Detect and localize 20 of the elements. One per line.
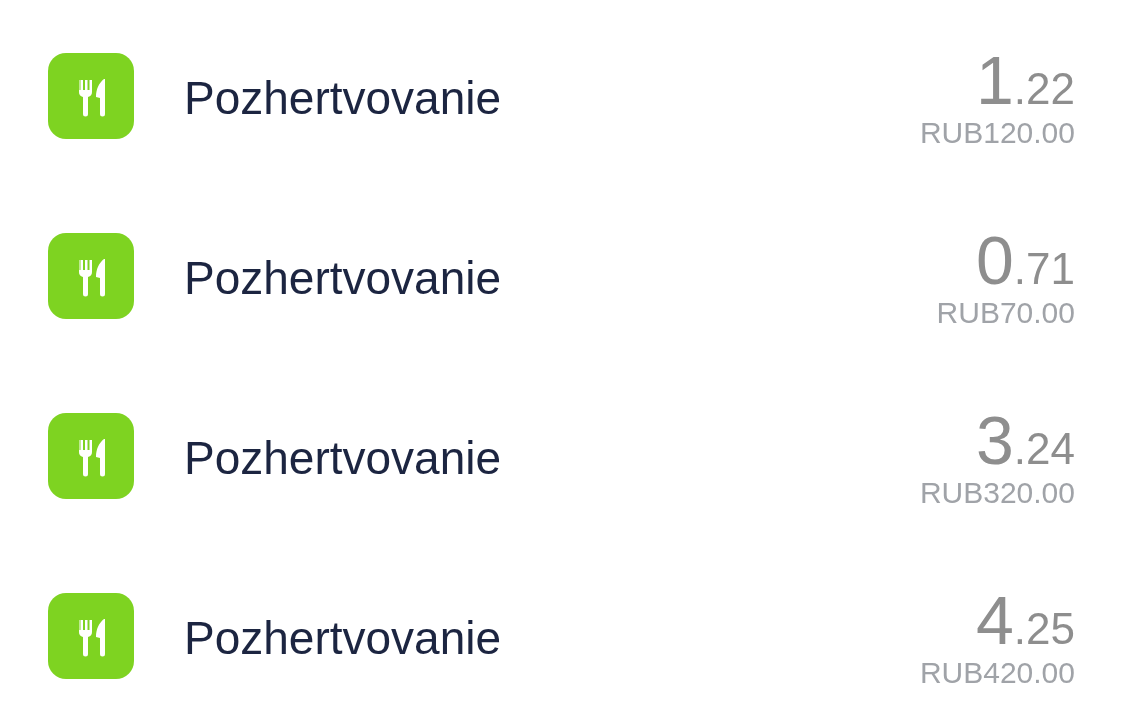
amount-fraction: .24	[1013, 427, 1075, 471]
fork-knife-icon	[48, 593, 134, 679]
amount-integer: 0	[976, 226, 1014, 294]
fork-knife-icon	[48, 413, 134, 499]
transaction-title: Pozhertvovanie	[184, 611, 503, 665]
amount-fraction: .22	[1013, 67, 1075, 111]
original-amount: RUB320.00	[919, 476, 1075, 510]
amount-integer: 4	[976, 586, 1014, 654]
amount-fraction: .71	[1013, 247, 1075, 291]
transaction-title: Pozhertvovanie	[184, 71, 503, 125]
transaction-title: Pozhertvovanie	[184, 431, 503, 485]
transaction-title: Pozhertvovanie	[184, 251, 503, 305]
amount-integer: 1	[976, 46, 1014, 114]
original-amount: RUB120.00	[919, 116, 1075, 150]
amount-integer: 3	[976, 406, 1014, 474]
original-amount: RUB420.00	[919, 656, 1075, 690]
fork-knife-icon	[48, 233, 134, 319]
fork-knife-icon	[48, 53, 134, 139]
original-amount: RUB70.00	[936, 296, 1075, 330]
amount-fraction: .25	[1013, 607, 1075, 651]
